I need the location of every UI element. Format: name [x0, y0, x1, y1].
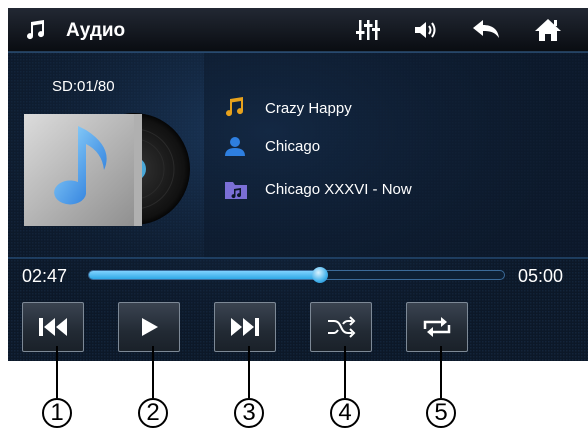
back-icon[interactable]	[470, 14, 502, 46]
callout-5: 5	[426, 398, 456, 428]
music-note-icon	[20, 14, 52, 46]
callout-line	[152, 346, 154, 398]
play-button[interactable]	[118, 302, 180, 352]
artist-icon	[225, 137, 245, 156]
shuffle-button[interactable]	[310, 302, 372, 352]
music-note-icon	[226, 97, 244, 117]
page-title: Аудио	[66, 20, 126, 41]
elapsed-time: 02:47	[22, 266, 68, 286]
total-time: 05:00	[518, 266, 564, 286]
track-title: Crazy Happy	[265, 100, 352, 117]
callout-line	[344, 346, 346, 398]
album-name: Chicago XXXVI - Now	[265, 181, 412, 198]
callout-3: 3	[234, 398, 264, 428]
callout-1: 1	[42, 398, 72, 428]
album-folder-icon	[225, 182, 247, 199]
next-button[interactable]	[214, 302, 276, 352]
progress-track[interactable]	[88, 267, 505, 283]
callout-line	[248, 346, 250, 398]
skip-next-icon	[231, 318, 259, 336]
progress-thumb[interactable]	[312, 267, 329, 283]
home-icon[interactable]	[532, 14, 564, 46]
volume-icon[interactable]	[410, 14, 442, 46]
track-counter: SD:01/80	[52, 78, 115, 95]
repeat-button[interactable]	[406, 302, 468, 352]
callout-line	[440, 346, 442, 398]
album-art	[24, 113, 190, 226]
skip-previous-icon	[39, 318, 67, 336]
progress-fill	[89, 271, 321, 279]
callout-4: 4	[330, 398, 360, 428]
audio-screen: Аудио SD:01/80 Crazy Happy Chicago Chica…	[8, 8, 588, 361]
play-icon	[142, 318, 158, 336]
callout-2: 2	[138, 398, 168, 428]
shuffle-icon	[328, 316, 356, 338]
equalizer-icon[interactable]	[352, 14, 384, 46]
artist-name: Chicago	[265, 138, 321, 155]
previous-button[interactable]	[22, 302, 84, 352]
callout-line	[56, 346, 58, 398]
repeat-icon	[423, 317, 451, 337]
